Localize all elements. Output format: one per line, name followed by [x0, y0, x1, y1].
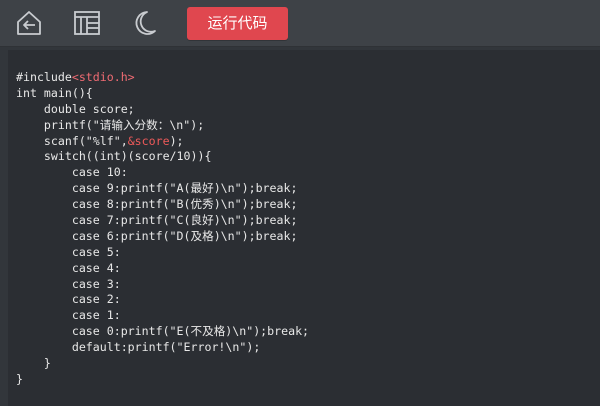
code-line: double score; [16, 101, 135, 116]
code-line: } [16, 371, 23, 386]
moon-icon[interactable] [130, 8, 160, 38]
code-line: case 1: [16, 308, 121, 323]
code-line: default:printf("Error!\n"); [16, 340, 261, 355]
code-line: } [16, 356, 51, 371]
code-line: case 2: [16, 292, 121, 307]
code-line: case 6:printf("D(及格)\n");break; [16, 228, 298, 243]
layout-grid-icon[interactable] [72, 8, 102, 38]
code-line: case 3: [16, 276, 121, 291]
toolbar: 运行代码 [0, 0, 600, 47]
code-line: case 8:printf("B(优秀)\n");break; [16, 197, 298, 212]
code-line: case 10: [16, 165, 128, 180]
code-line: switch((int)(score/10)){ [16, 149, 212, 164]
code-line: case 4: [16, 260, 121, 275]
code-editor[interactable]: #include<stdio.h> int main(){ double scor… [8, 50, 600, 406]
code-line: case 7:printf("C(良好)\n");break; [16, 213, 298, 228]
include-directive: #include [16, 70, 72, 84]
code-line: case 5: [16, 244, 121, 259]
code-content[interactable]: #include<stdio.h> int main(){ double scor… [16, 70, 309, 388]
run-code-button[interactable]: 运行代码 [187, 7, 288, 40]
code-line: #include<stdio.h> [16, 70, 309, 86]
code-line: case 9:printf("A(最好)\n");break; [16, 181, 298, 196]
scanf-call: scanf("%lf", [16, 133, 128, 148]
address-of-score: &score [127, 133, 170, 148]
scanf-close: ); [169, 133, 184, 148]
code-line: case 0:printf("E(不及格)\n");break; [16, 324, 310, 339]
include-header: <stdio.h> [71, 70, 135, 84]
back-arrow-icon[interactable] [14, 8, 44, 38]
code-line: printf("请输入分数：\n"); [16, 117, 205, 132]
code-line: scanf("%lf",&score); [16, 134, 309, 150]
code-line: int main(){ [16, 85, 93, 100]
